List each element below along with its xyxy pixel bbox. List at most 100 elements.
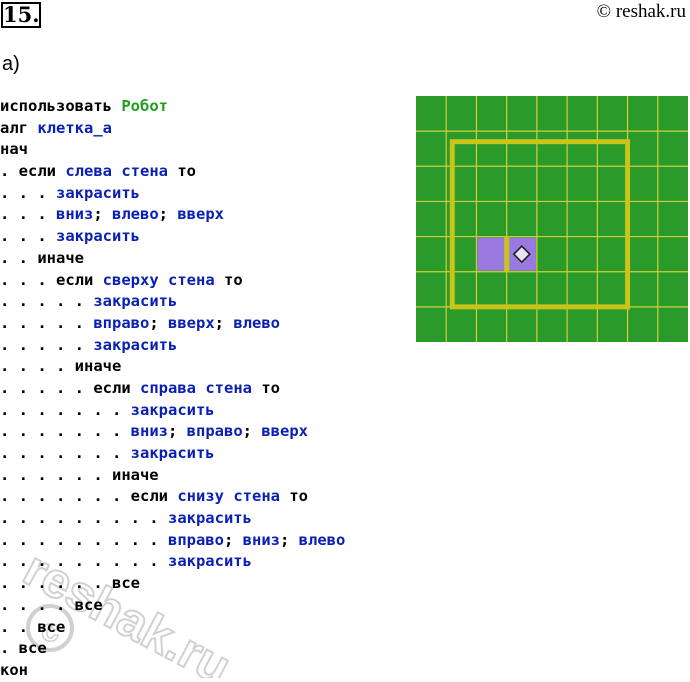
code-token-kw: то [214,270,243,289]
code-token-cmd: вправо [186,422,243,441]
code-token-kw: ; [242,422,262,441]
code-token-cmd: вниз [242,530,280,549]
code-line: . . . . . . . закрасить [0,400,345,422]
code-token-cmd: закрасить [56,183,140,202]
code-line: . . все [0,617,345,639]
code-token-dots: . . . . . . [0,465,112,484]
painted-cell [477,237,506,271]
code-line: нач [0,139,345,161]
code-line: . . . . . вправо; вверх; влево [0,313,345,335]
code-token-exec: Робот [121,97,168,115]
code-token-cmd: закрасить [93,335,178,354]
code-line: использовать Робот [0,96,345,118]
code-token-kw: ; [149,313,168,332]
code-token-cmd: клетка_а [37,118,112,137]
code-token-kw: все [111,574,140,593]
code-token-kw: нач [0,140,28,159]
code-token-cmd: вверх [177,205,225,224]
code-token-kw: если [130,487,178,506]
code-line: . . . . иначе [0,356,345,378]
code-token-dots: . . . [0,270,56,289]
code-token-dots: . . . . . [0,378,94,397]
code-listing: использовать Робот алг клетка_а нач. если … [0,96,345,682]
copyright-notice: © reshak.ru [596,1,686,22]
code-token-kw: иначе [111,465,159,484]
code-token-kw: ; [158,205,178,224]
code-token-kw: все [74,595,103,614]
code-line: . . . вниз; влево; вверх [0,204,345,226]
code-token-kw: то [251,378,280,397]
code-token-dots: . . [0,617,38,636]
code-token-dots: . . . [0,183,56,202]
problem-number: 15. [1,2,41,28]
code-token-cmd: вверх [168,313,215,332]
code-token-cmd: вниз [56,205,94,224]
code-token-dots: . . . . . . . [0,422,131,441]
code-token-kw: ; [167,422,187,441]
code-token-kw: ; [93,205,112,224]
code-token-dots: . . . . . [0,292,94,311]
code-line: алг клетка_а [0,118,345,140]
code-token-kw: то [168,162,196,181]
code-token-cmd: вправо [93,313,150,332]
code-line: . все [0,638,345,660]
code-token-dots: . . . [0,227,56,246]
code-token-cmd: влево [233,313,281,332]
code-token-dots: . [0,639,19,658]
code-token-dots: . . . . . . . [0,444,131,462]
code-token-cmd: закрасить [167,552,252,571]
code-token-kw: ; [223,530,243,549]
code-line: . . . . . . . закрасить [0,443,345,465]
code-line: . . . закрасить [0,226,345,248]
code-line: кон [0,660,345,682]
code-token-dots: . . . . . . . [0,487,131,506]
code-token-dots: . . . . [0,595,75,614]
code-token-dots: . . [0,248,38,267]
code-token-cmd: вниз [130,422,168,441]
code-token-kw: если [18,162,66,181]
code-line: . . . если сверху стена то [0,270,345,292]
code-token-dots: . . . . . . [0,574,112,593]
code-token-kw: ; [214,313,234,332]
code-token-kw: все [37,617,66,636]
code-line: . если слева стена то [0,161,345,183]
code-token-cmd: закрасить [56,227,140,246]
code-line: . . . . . . . если снизу стена то [0,486,345,508]
code-line: . . . . . закрасить [0,291,345,313]
code-token-cmd: вверх [261,422,308,441]
code-token-kw: если [56,270,103,289]
code-line: . . . . . если справа стена то [0,378,345,400]
code-token-kw: иначе [74,357,122,376]
code-token-cmd: закрасить [130,444,215,462]
code-token-dots: . . . . . . . . . [0,530,168,549]
code-token-kw: использовать [0,97,122,115]
code-token-kw: алг [0,118,38,137]
code-line: . . . . . . все [0,573,345,595]
code-token-dots: . . . . [0,357,75,376]
code-token-kw: если [93,378,140,397]
code-line: . . . . . закрасить [0,335,345,357]
code-token-dots: . . . . . . . . . [0,509,168,528]
code-token-cmd: влево [298,530,346,549]
code-token-cmd: снизу стена [177,487,280,506]
code-line: . . иначе [0,248,345,270]
code-token-cmd: сверху стена [102,270,215,289]
code-token-cmd: справа стена [140,378,252,397]
code-line: . . . . . . . . . закрасить [0,508,345,530]
code-line: . . . . . . . . . закрасить [0,551,345,573]
code-token-cmd: закрасить [93,292,178,311]
code-token-kw: иначе [37,248,84,267]
code-token-dots: . [0,162,19,181]
code-line: . . . . . . иначе [0,465,345,487]
code-token-dots: . . . . . [0,335,94,354]
code-token-cmd: закрасить [167,509,252,528]
code-token-cmd: влево [112,205,159,224]
code-token-kw: кон [0,660,28,679]
code-token-kw: все [18,639,47,658]
code-token-cmd: слева стена [65,162,168,181]
code-token-dots: . . . [0,205,56,224]
code-line: . . . закрасить [0,183,345,205]
robot-field [416,96,688,342]
code-token-cmd: вправо [167,530,224,549]
code-token-kw: ; [279,530,299,549]
